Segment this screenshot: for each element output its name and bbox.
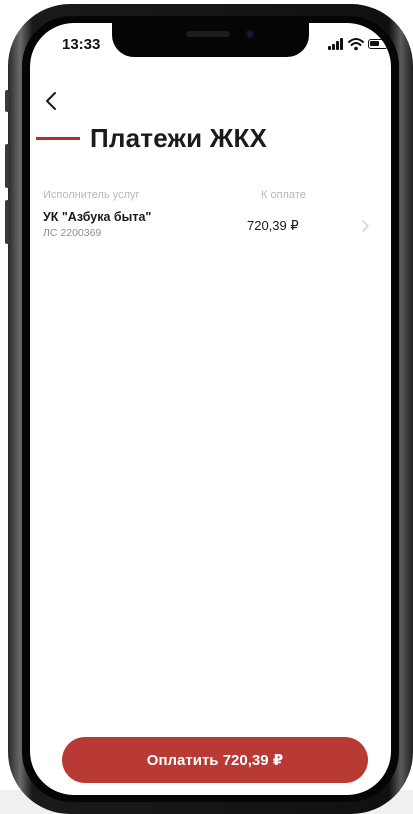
column-header-amount: К оплате — [261, 189, 306, 201]
stage: 13:33 Платежи ЖКХ Исполнитель услуг К оп… — [0, 0, 413, 814]
back-button[interactable] — [40, 87, 64, 115]
chevron-right-icon — [362, 220, 369, 232]
page-title: Платежи ЖКХ — [90, 123, 268, 153]
provider-row[interactable]: УК "Азбука быта" ЛС 2200369 720,39 ₽ — [30, 209, 391, 255]
provider-name: УК "Азбука быта" — [43, 210, 152, 224]
volume-up-button — [5, 144, 9, 188]
screen: 13:33 Платежи ЖКХ Исполнитель услуг К оп… — [30, 23, 391, 795]
status-time: 13:33 — [62, 36, 101, 53]
bezel: 13:33 Платежи ЖКХ Исполнитель услуг К оп… — [22, 16, 399, 802]
mute-switch — [5, 90, 9, 112]
account-number: ЛС 2200369 — [43, 227, 102, 239]
title-accent-line — [36, 137, 80, 140]
column-header-provider: Исполнитель услуг — [43, 189, 140, 201]
pay-button[interactable]: Оплатить 720,39 ₽ — [62, 737, 368, 783]
volume-down-button — [5, 200, 9, 244]
speaker — [186, 31, 230, 37]
wifi-icon — [348, 38, 364, 51]
phone-frame: 13:33 Платежи ЖКХ Исполнитель услуг К оп… — [5, 4, 413, 814]
amount-due: 720,39 ₽ — [247, 218, 299, 233]
signal-icon — [328, 38, 344, 50]
battery-icon — [368, 39, 391, 49]
camera — [245, 29, 255, 39]
notch — [112, 23, 309, 57]
